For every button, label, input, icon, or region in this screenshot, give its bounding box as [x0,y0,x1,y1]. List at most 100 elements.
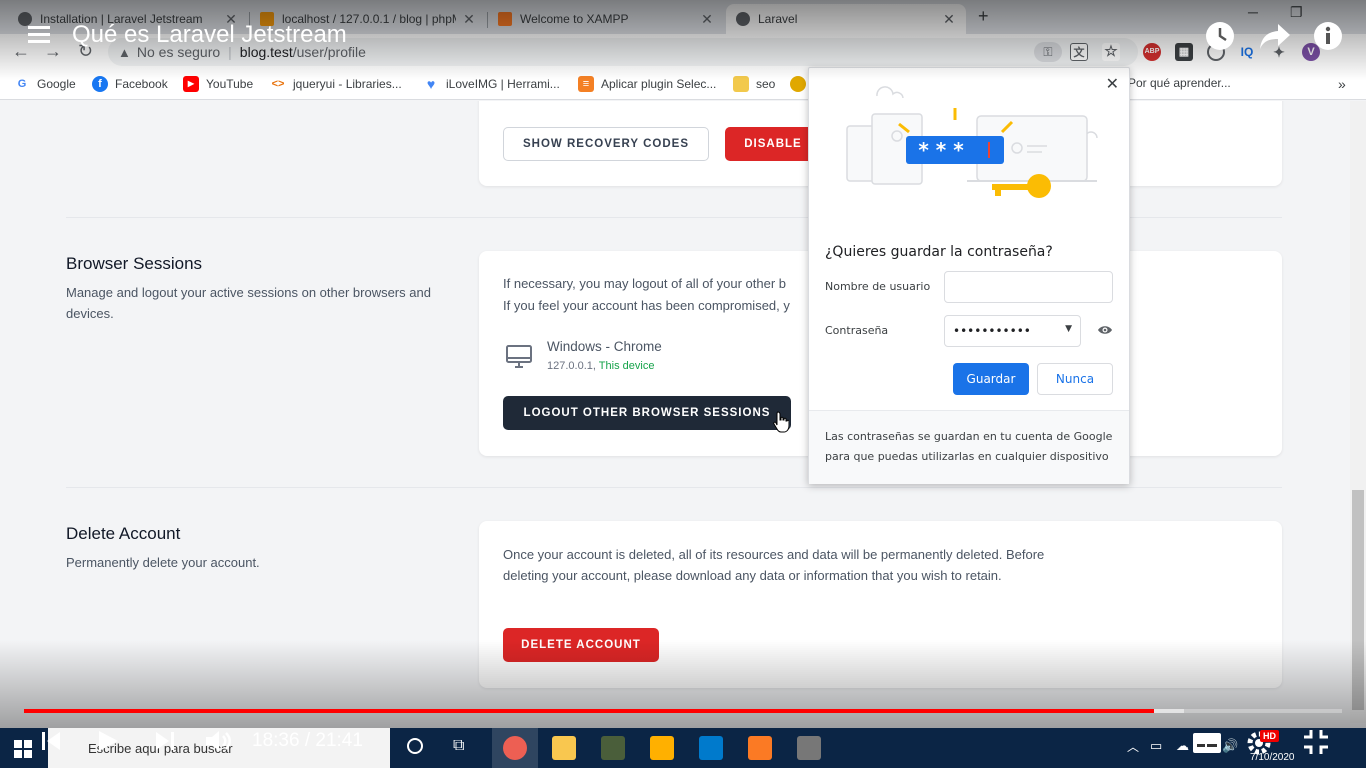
watch-later-icon[interactable] [1204,20,1236,52]
translate-icon[interactable]: 文 [1070,43,1088,61]
iq-icon[interactable]: IQ [1238,43,1256,61]
info-icon[interactable] [1312,20,1344,52]
desktop-icon [506,345,532,368]
close-tab-icon[interactable]: ✕ [462,11,476,28]
stackoverflow-icon: ≡ [578,76,594,92]
delete-account-description: Permanently delete your account. [66,555,260,570]
bookmarks-overflow-icon[interactable]: » [1338,76,1346,92]
section-divider [66,487,1282,488]
password-key-icon[interactable]: ⚿ [1034,42,1062,62]
bookmark-por-que-aprender[interactable]: Por qué aprender... [1128,76,1231,90]
tab-laravel[interactable]: Laravel ✕ [726,4,966,34]
cortana-icon[interactable] [407,738,423,754]
play-icon[interactable] [96,729,120,753]
facebook-icon: f [92,76,108,92]
file-explorer-icon[interactable] [552,736,576,760]
browser-sessions-description: Manage and logout your active sessions o… [66,285,431,321]
maximize-icon[interactable]: ❐ [1290,4,1303,21]
dropdown-arrow-icon: ▼ [1065,324,1072,334]
windows-start-icon[interactable] [14,740,32,758]
bookmark-facebook[interactable]: f Facebook [92,76,168,92]
video-time: 18:36 / 21:41 [252,730,363,751]
subtitles-icon[interactable] [1192,732,1222,754]
tab-xampp[interactable]: Welcome to XAMPP ✕ [488,4,724,34]
globe-icon [18,12,32,26]
eye-icon[interactable] [1097,324,1113,336]
browser-sessions-title: Browser Sessions [66,254,203,273]
username-label: Nombre de usuario [825,280,931,293]
svg-text:* * *: * * * [918,138,964,162]
close-tab-icon[interactable]: ✕ [942,11,956,28]
never-save-button[interactable]: Nunca [1037,363,1113,395]
session-ip: 127.0.0.1, [547,360,596,372]
xampp-app-icon[interactable] [748,736,772,760]
network-icon[interactable]: ▭ [1150,738,1162,754]
video-progress-fill [24,709,1154,713]
previous-icon[interactable] [40,730,62,752]
save-password-button[interactable]: Guardar [953,363,1029,395]
password-label: Contraseña [825,324,889,337]
next-icon[interactable] [154,730,176,752]
logout-other-sessions-button[interactable]: LOGOUT OTHER BROWSER SESSIONS [503,396,791,430]
hand-cursor-icon [773,411,789,433]
disable-2fa-button[interactable]: DISABLE [725,127,821,161]
sessions-info-line-1: If necessary, you may logout of all of y… [503,276,787,291]
session-details: 127.0.0.1, This device [547,360,654,372]
bookmark-jqueryui[interactable]: <> jqueryui - Libraries... [270,76,402,92]
google-icon: G [14,76,30,92]
app-icon[interactable] [797,736,821,760]
youtube-icon: ▶ [183,76,199,92]
sourcetree-icon[interactable] [650,736,674,760]
new-tab-icon[interactable]: + [978,6,989,27]
code-icon: <> [270,76,286,92]
bookmark-icon [790,76,806,92]
star-icon[interactable]: ☆ [1102,43,1120,61]
dialog-title: ¿Quieres guardar la contraseña? [825,244,1053,260]
session-device-name: Windows - Chrome [547,339,662,354]
password-illustration: * * * [846,86,1098,198]
bookmark-aplicar-plugin[interactable]: ≡ Aplicar plugin Selec... [578,76,716,92]
bookmark-folder-seo[interactable]: seo [733,76,775,92]
bookmark-iloveimg[interactable]: ♥ iLoveIMG | Herrami... [423,76,560,92]
delete-account-button[interactable]: DELETE ACCOUNT [503,628,659,662]
bookmark-youtube[interactable]: ▶ YouTube [183,76,253,92]
active-app-highlight [492,728,538,768]
hamburger-menu-icon[interactable] [28,26,50,44]
volume-icon[interactable] [204,728,234,754]
current-time: 18:36 [252,730,300,751]
minimize-icon[interactable]: ─ [1248,4,1258,20]
forward-icon[interactable]: → [44,41,62,62]
close-tab-icon[interactable]: ✕ [700,11,714,28]
task-view-icon[interactable]: ⧉ [453,737,464,755]
xampp-icon [498,12,512,26]
password-select[interactable]: ••••••••••• ▼ [944,315,1081,347]
volume-tray-icon[interactable]: 🔊 [1222,738,1238,754]
heart-icon: ♥ [423,76,439,92]
vscode-icon[interactable] [699,736,723,760]
folder-icon [733,76,749,92]
show-recovery-codes-button[interactable]: SHOW RECOVERY CODES [503,127,709,161]
delete-account-card: Once your account is deleted, all of its… [479,521,1282,688]
bookmark-google[interactable]: G Google [14,76,76,92]
video-buffer-bar [1153,709,1184,713]
video-title[interactable]: Qué es Laravel Jetstream [72,21,347,49]
app-icon[interactable] [601,736,625,760]
back-icon[interactable]: ← [12,41,30,62]
scrollbar-thumb[interactable] [1352,490,1364,710]
share-icon[interactable] [1258,22,1292,50]
session-current-label: This device [598,360,655,372]
sessions-info-line-2: If you feel your account has been compro… [503,298,790,313]
tray-chevron-icon[interactable]: ︿ [1127,738,1139,755]
delete-account-title: Delete Account [66,524,181,543]
adblock-icon[interactable]: ABP [1143,43,1161,61]
profile-page: SHOW RECOVERY CODES DISABLE Browser Sess… [0,101,1350,768]
delete-account-info: Once your account is deleted, all of its… [503,547,1045,583]
video-progress-bar[interactable] [24,709,1342,713]
bookmarks-bar: G Google f Facebook ▶ YouTube <> jqueryu… [0,70,1366,100]
save-password-dialog: ✕ * * * ¿Quieres guardar la contraseña? … [808,67,1130,484]
dialog-footer-text: Las contraseñas se guardan en tu cuenta … [809,410,1129,484]
username-field[interactable] [944,271,1113,303]
exit-fullscreen-icon[interactable] [1302,728,1330,756]
cloud-icon[interactable]: ☁ [1176,738,1189,754]
qr-code-icon[interactable]: ▦ [1175,43,1193,61]
